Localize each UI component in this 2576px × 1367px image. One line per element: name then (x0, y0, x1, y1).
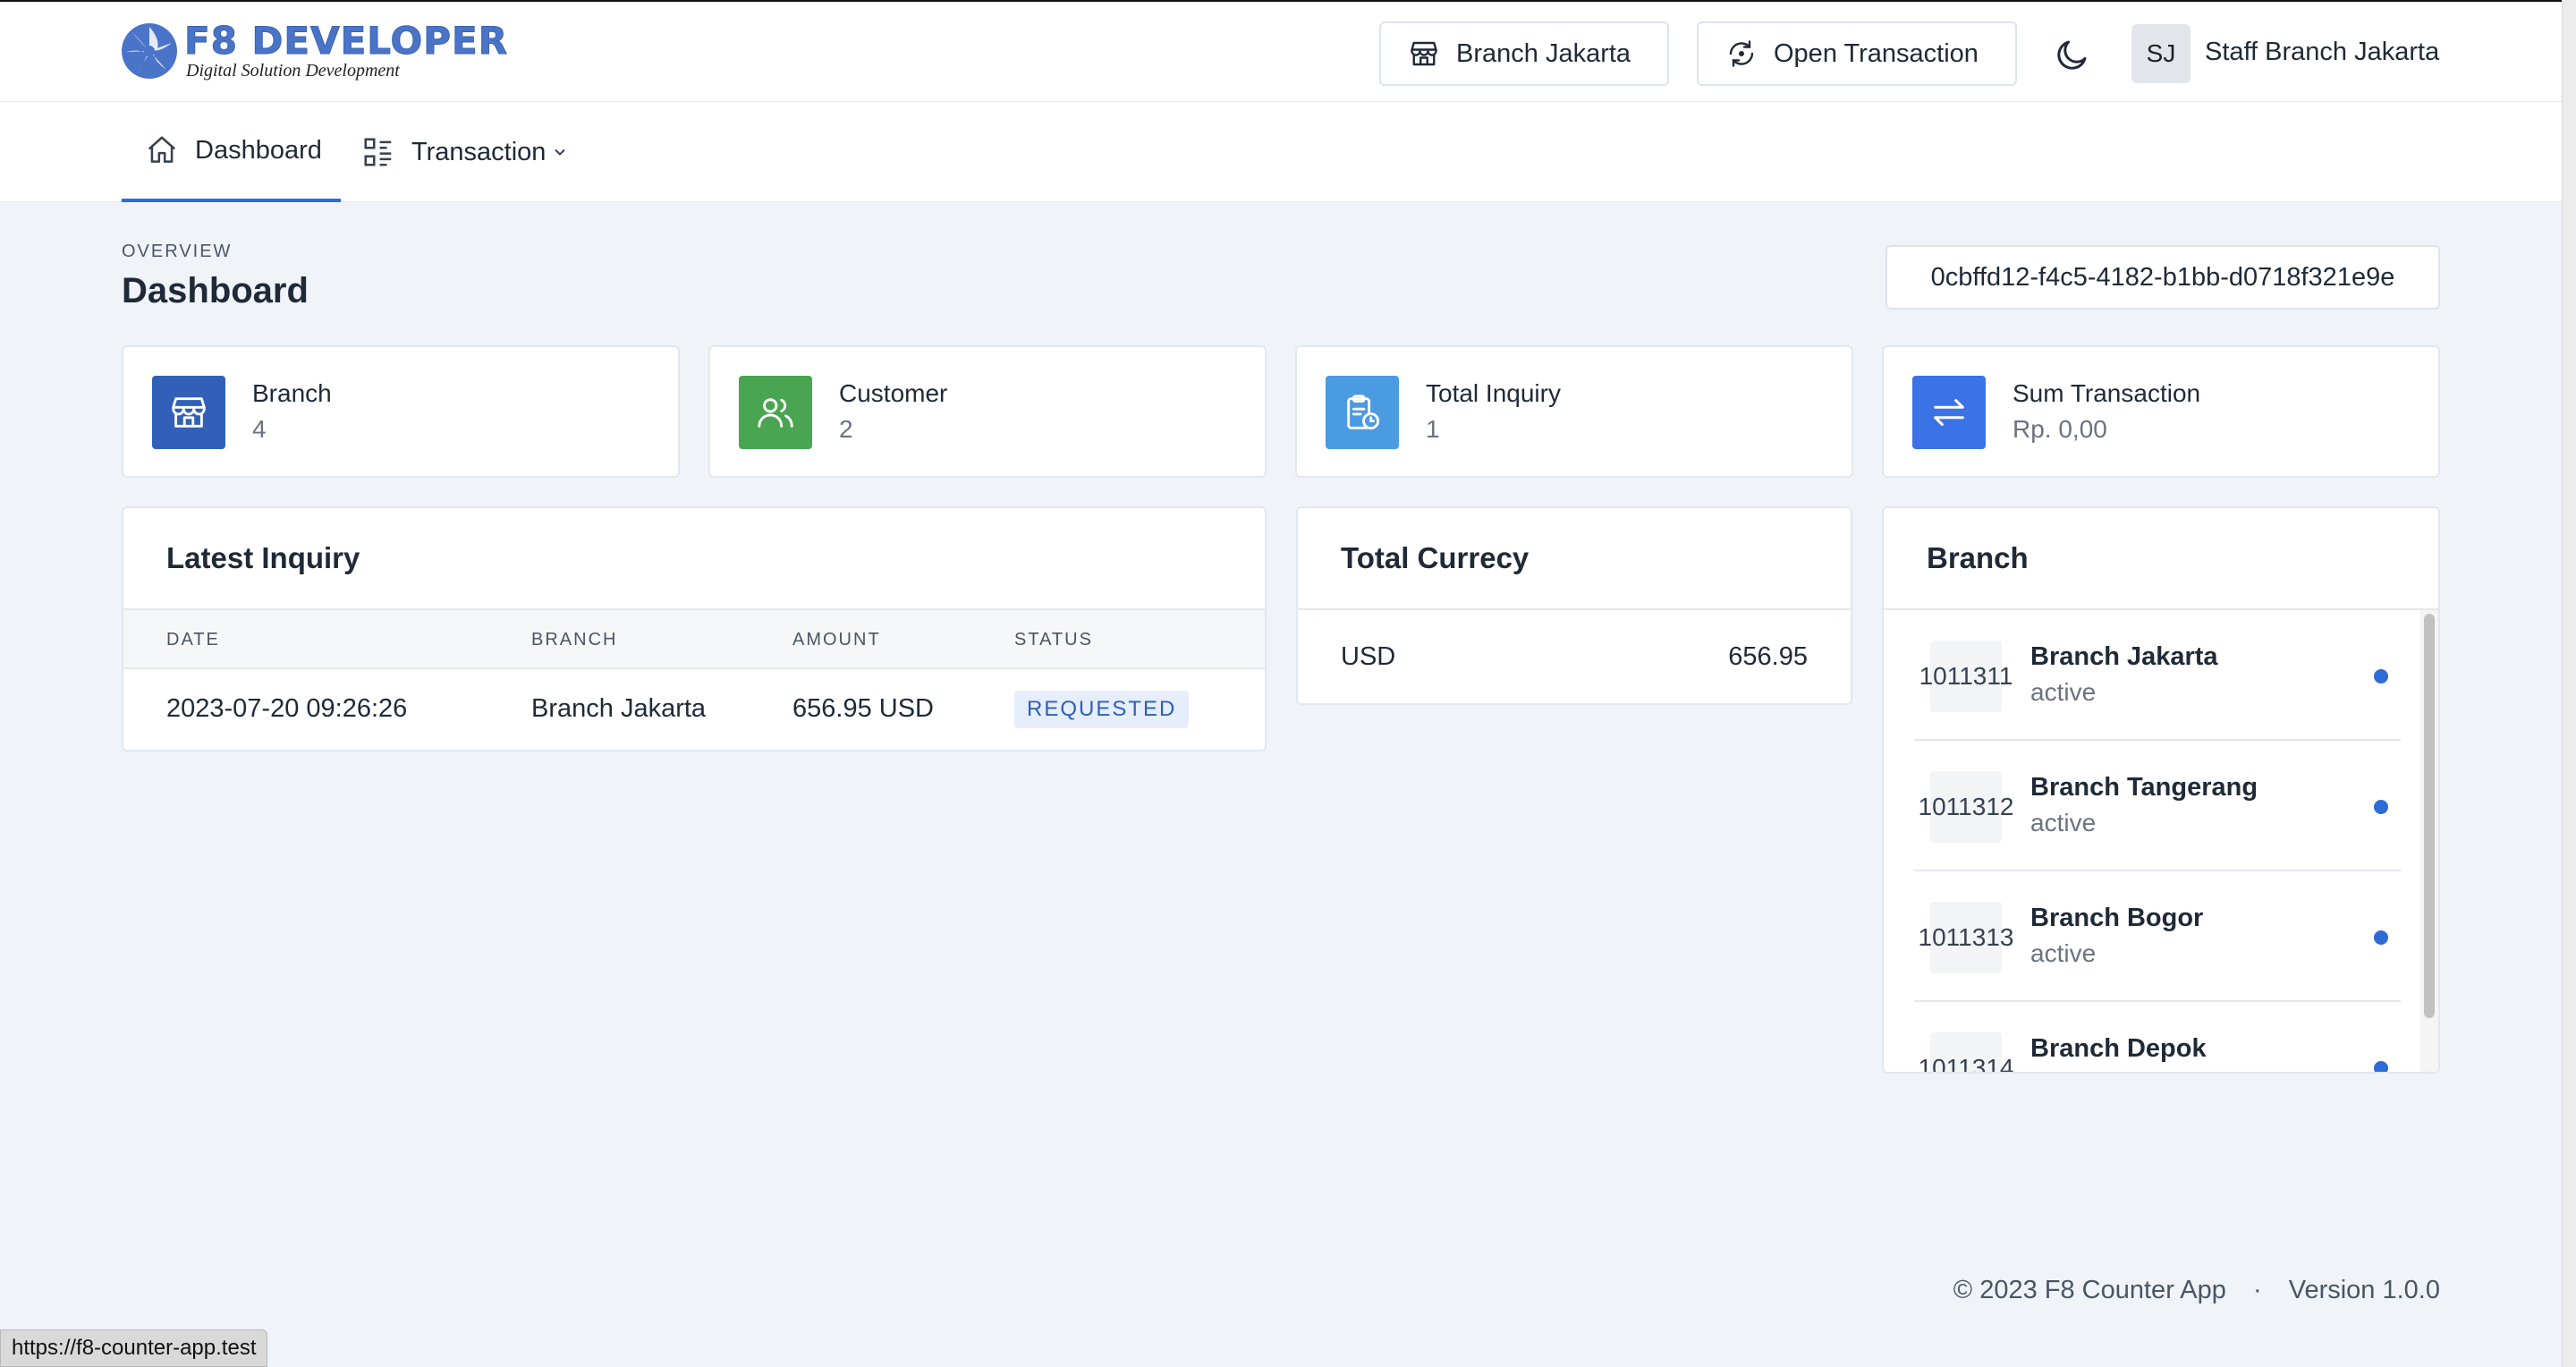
branch-list-item[interactable]: 1011311 Branch Jakarta active (1914, 610, 2401, 741)
brand-subtitle: Digital Solution Development (186, 61, 400, 81)
user-avatar[interactable]: SJ (2131, 24, 2190, 83)
home-icon (148, 136, 176, 163)
branch-status: active (2030, 939, 2097, 967)
nav-dashboard[interactable]: Dashboard (122, 102, 341, 202)
stat-customer-value: 2 (839, 415, 853, 443)
open-transaction-label: Open Transaction (1774, 38, 1979, 68)
stat-branch-label: Branch (252, 379, 332, 407)
branch-code: 1011311 (1919, 641, 2012, 712)
branch-name: Branch Bogor (2030, 904, 2204, 932)
stat-inquiry-label: Total Inquiry (1426, 379, 1561, 407)
total-currency-panel: Total Currecy USD 656.95 (1296, 506, 1852, 705)
stat-card-branch: Branch 4 (122, 345, 680, 478)
cell-date: 2023-07-20 09:26:26 (166, 694, 408, 723)
branch-select-button[interactable]: Branch Jakarta (1379, 21, 1669, 86)
user-name[interactable]: Staff Branch Jakarta (2205, 38, 2439, 67)
main-nav: Dashboard Transaction (0, 102, 2562, 202)
column-header-amount: AMOUNT (792, 630, 881, 650)
currency-code: USD (1341, 642, 1396, 671)
latest-inquiry-panel: Latest Inquiry DATE BRANCH AMOUNT STATUS… (122, 506, 1267, 751)
status-dot-icon (2374, 800, 2388, 814)
branch-status: active (2030, 1070, 2096, 1072)
app-page: F8 DEVELOPER Digital Solution Developmen… (0, 0, 2576, 1367)
currency-value: 656.95 (1728, 642, 1808, 671)
branch-list-item[interactable]: 1011314 Branch Depok active (1914, 1002, 2401, 1072)
status-badge: REQUESTED (1014, 691, 1190, 728)
stat-transaction-label: Sum Transaction (2012, 379, 2201, 407)
branch-list-item[interactable]: 1011312 Branch Tangerang active (1914, 741, 2401, 871)
window-scrollbar[interactable] (2562, 0, 2576, 1367)
brand-title: F8 DEVELOPER (183, 19, 509, 63)
stat-branch-icon-box (152, 376, 225, 449)
nav-dashboard-label: Dashboard (195, 135, 322, 165)
stat-inquiry-icon-box (1326, 376, 1399, 449)
column-header-date: DATE (166, 630, 220, 650)
stat-customer-label: Customer (839, 379, 948, 407)
brand-logo[interactable]: F8 DEVELOPER Digital Solution Developmen… (120, 21, 508, 81)
branch-code: 1011312 (1919, 771, 2013, 843)
branch-code: 1011313 (1919, 902, 2013, 973)
branch-name: Branch Jakarta (2030, 642, 2218, 671)
store-icon (1411, 41, 1437, 66)
currency-row: USD 656.95 (1298, 610, 1851, 703)
branch-panel-title: Branch (1884, 508, 2438, 610)
users-icon (758, 398, 793, 428)
stat-transaction-icon-box (1912, 376, 1986, 449)
table-row[interactable]: 2023-07-20 09:26:26 Branch Jakarta 656.9… (123, 669, 1265, 750)
table-header: DATE BRANCH AMOUNT STATUS (123, 610, 1265, 669)
clipboard-clock-icon (1347, 395, 1380, 430)
stat-branch-value: 4 (252, 415, 267, 443)
status-dot-icon (2374, 930, 2388, 945)
open-transaction-button[interactable]: Open Transaction (1697, 21, 2017, 86)
arrows-swap-icon (1934, 399, 1964, 426)
branch-status: active (2030, 809, 2097, 836)
nav-transaction-dropdown[interactable]: Transaction (361, 102, 569, 202)
cell-amount: 656.95 USD (792, 694, 934, 723)
status-dot-icon (2374, 669, 2388, 684)
branch-status: active (2030, 678, 2097, 706)
stat-transaction-value: Rp. 0,00 (2012, 415, 2107, 443)
stat-inquiry-value: 1 (1426, 415, 1440, 443)
column-header-branch: BRANCH (531, 630, 618, 650)
branch-name: Branch Tangerang (2030, 773, 2258, 802)
latest-inquiry-title: Latest Inquiry (123, 508, 1265, 610)
aperture-logo-icon (122, 23, 177, 79)
branch-name: Branch Depok (2030, 1034, 2207, 1063)
footer: © 2023 F8 Counter App · Version 1.0.0 (1953, 1276, 2440, 1305)
stat-card-sum-transaction: Sum Transaction Rp. 0,00 (1882, 345, 2440, 478)
branch-button-label: Branch Jakarta (1456, 38, 1631, 68)
branch-code: 1011314 (1919, 1032, 2013, 1072)
branch-list[interactable]: 1011311 Branch Jakarta active 1011312 Br… (1884, 610, 2438, 1072)
stat-card-total-inquiry: Total Inquiry 1 (1295, 345, 1853, 478)
branch-scrollbar-thumb[interactable] (2424, 614, 2435, 1018)
nav-transaction-label: Transaction (411, 137, 547, 166)
top-header: F8 DEVELOPER Digital Solution Developmen… (0, 0, 2562, 102)
status-dot-icon (2374, 1061, 2388, 1072)
column-header-status: STATUS (1014, 630, 1093, 650)
total-currency-title: Total Currecy (1298, 508, 1851, 610)
footer-version: Version 1.0.0 (2288, 1276, 2440, 1304)
branch-panel: Branch 1011311 Branch Jakarta active 101… (1882, 506, 2440, 1074)
page-title: Dashboard (122, 271, 309, 310)
store-icon (172, 397, 206, 428)
chevron-down-icon (555, 149, 566, 156)
browser-status-url: https://f8-counter-app.test (0, 1329, 268, 1367)
overview-label: OVERVIEW (122, 242, 233, 261)
branch-list-item[interactable]: 1011313 Branch Bogor active (1914, 871, 2401, 1002)
cell-branch: Branch Jakarta (531, 694, 707, 723)
footer-copyright: © 2023 F8 Counter App (1953, 1276, 2226, 1304)
refresh-icon (1729, 40, 1754, 67)
session-id-box[interactable]: 0cbffd12-f4c5-4182-b1bb-d0718f321e9e (1885, 245, 2440, 310)
footer-separator: · (2252, 1276, 2262, 1304)
dark-mode-toggle-icon[interactable] (2054, 36, 2091, 73)
stat-card-customer: Customer 2 (708, 345, 1267, 478)
list-icon (364, 138, 392, 166)
stat-customer-icon-box (739, 376, 812, 449)
